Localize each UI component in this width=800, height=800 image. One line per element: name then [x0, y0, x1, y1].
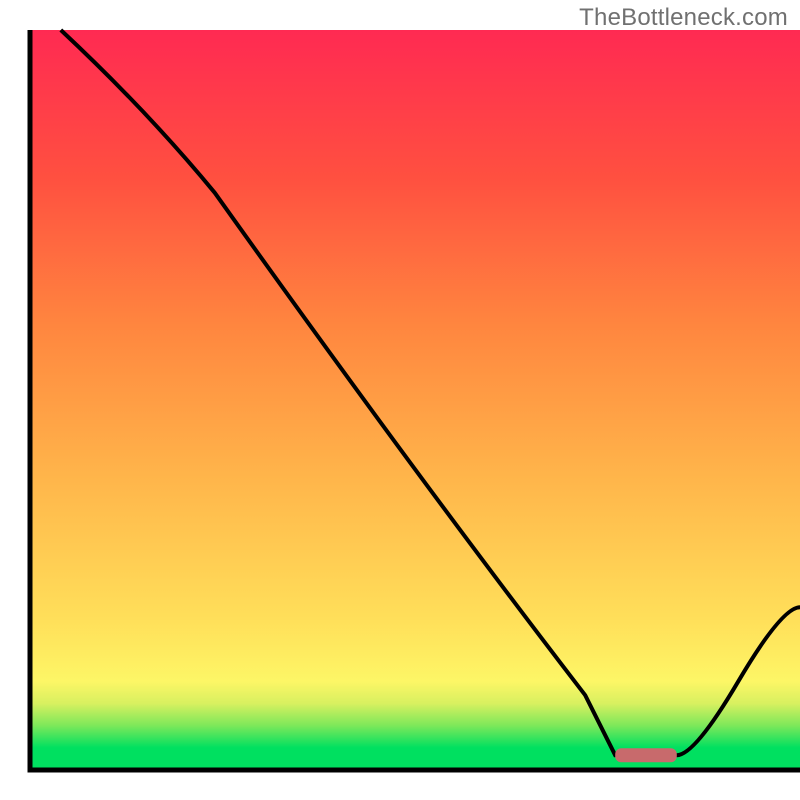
- watermark-text: TheBottleneck.com: [579, 4, 788, 32]
- gradient-background: [30, 30, 800, 770]
- chart-frame: TheBottleneck.com: [0, 0, 800, 800]
- optimal-range-marker: [615, 748, 677, 762]
- bottleneck-chart: [0, 0, 800, 800]
